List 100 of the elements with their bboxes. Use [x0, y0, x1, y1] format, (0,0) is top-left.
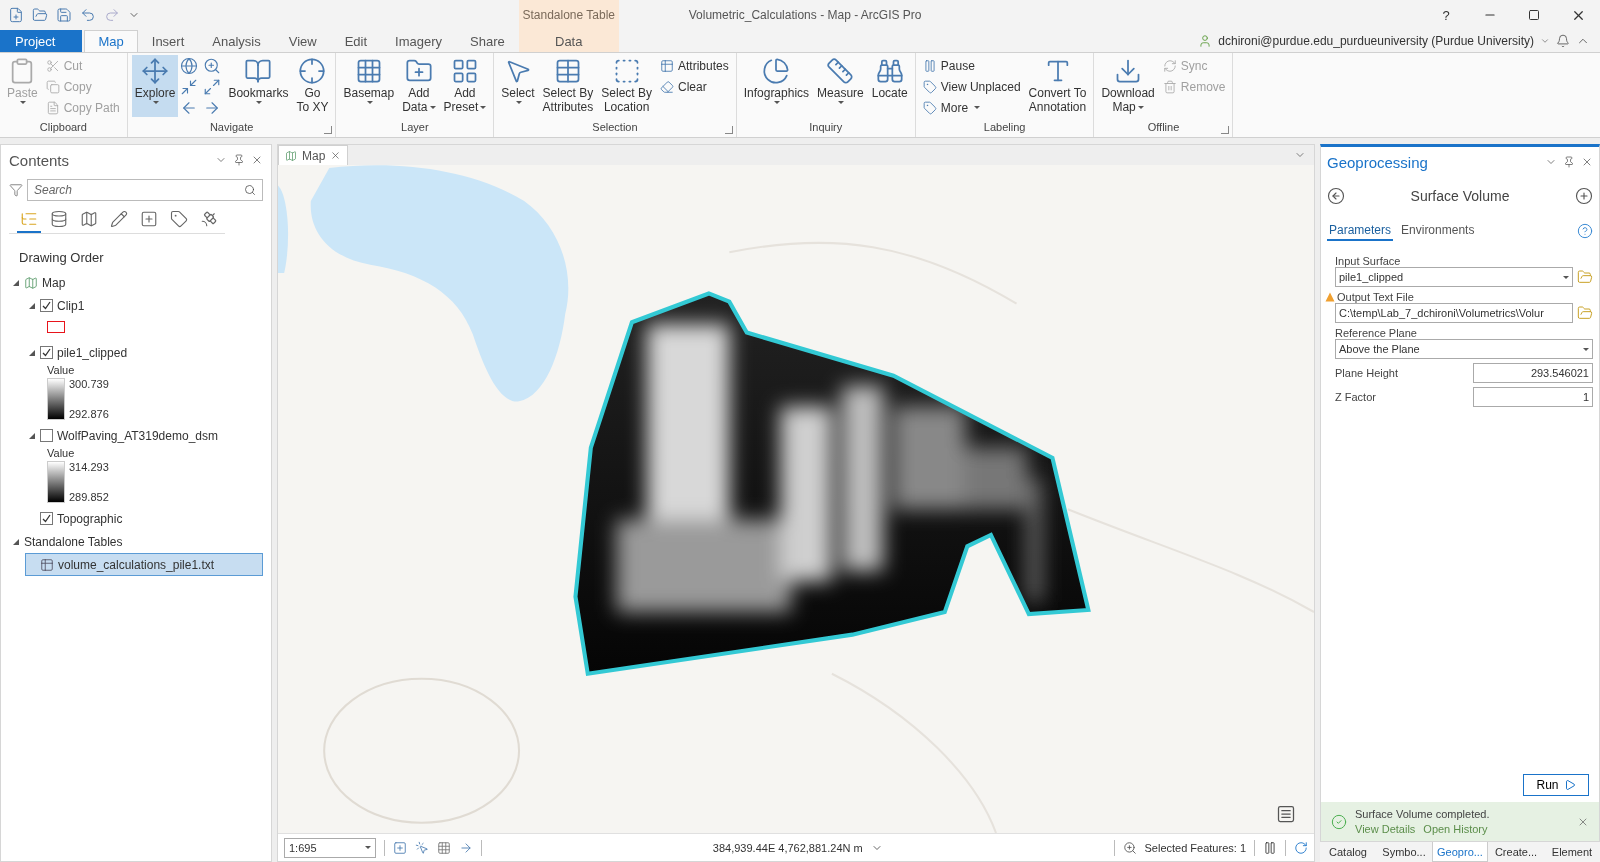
map-icon: [24, 275, 38, 290]
pause-icon: [1263, 840, 1277, 855]
ribbon-button[interactable]: Attributes: [657, 55, 732, 76]
launcher-icon[interactable]: [1221, 126, 1230, 134]
eraser-icon: [660, 79, 674, 94]
parameter-label: Output Text File: [1337, 291, 1414, 303]
expand-arrow-icon[interactable]: [28, 301, 36, 310]
ribbon-button[interactable]: Go To XY: [293, 55, 332, 117]
tree-row[interactable]: Topographic: [25, 507, 263, 530]
layer-name: Standalone Tables: [24, 534, 123, 549]
parameter-label: Plane Height: [1335, 367, 1398, 379]
ribbon-tab[interactable]: Analysis: [198, 30, 275, 52]
dock-tab[interactable]: Create...: [1488, 842, 1544, 862]
ribbon-button[interactable]: Select By Attributes: [539, 55, 597, 117]
ribbon-tab[interactable]: Data: [541, 30, 597, 52]
globe-icon: [180, 57, 199, 75]
layer-checkbox[interactable]: [40, 429, 53, 442]
crosshair-icon: [298, 57, 327, 85]
ribbon-tab[interactable]: Insert: [137, 30, 199, 52]
expand-arrow-icon[interactable]: [12, 537, 20, 546]
ribbon-button[interactable]: Clear: [657, 76, 732, 97]
ribbon-button[interactable]: Pause: [919, 55, 1024, 76]
close-icon: [330, 150, 342, 161]
bell-icon: [1556, 34, 1570, 48]
close-icon: [1581, 156, 1593, 168]
ribbon-tab[interactable]: Map: [84, 30, 138, 52]
tree-row[interactable]: Standalone Tables: [9, 530, 263, 553]
launcher-icon[interactable]: [724, 126, 733, 134]
refresh-icon: [1294, 840, 1308, 855]
ribbon-button[interactable]: More: [919, 97, 1024, 118]
panel-tab[interactable]: Parameters: [1327, 221, 1394, 241]
tree-row[interactable]: WolfPaving_AT319demo_dsm: [25, 424, 263, 447]
tag-icon: [170, 210, 188, 228]
dock-tab[interactable]: Symbo...: [1376, 842, 1432, 862]
book-icon: [244, 57, 273, 85]
selected-features-count[interactable]: Selected Features: 1: [1144, 841, 1246, 854]
project-tab[interactable]: Project: [0, 30, 83, 52]
dock-tab[interactable]: Element: [1544, 842, 1600, 862]
ribbon-button[interactable]: Convert To Annotation: [1025, 55, 1090, 117]
ribbon-button[interactable]: Explore: [131, 55, 179, 117]
status-message: Surface Volume completed.: [1355, 808, 1491, 820]
tree-row[interactable]: pile1_clipped: [25, 341, 263, 364]
panel-tab[interactable]: Environments: [1399, 221, 1477, 241]
ribbon-tab[interactable]: View: [274, 30, 331, 52]
layer-checkbox[interactable]: [40, 346, 53, 359]
tree-row[interactable]: Map: [9, 271, 263, 294]
parameter-label: Reference Plane: [1334, 327, 1417, 339]
dock-tab[interactable]: Catalog: [1320, 842, 1376, 862]
dock-tab[interactable]: Geopro...: [1432, 842, 1488, 862]
run-button[interactable]: Run: [1523, 774, 1589, 796]
legend-high-value: 300.739: [69, 378, 109, 390]
layer-checkbox[interactable]: [40, 512, 53, 525]
map-tab[interactable]: Map: [278, 145, 349, 165]
list-tree-icon: [20, 210, 38, 228]
launcher-icon[interactable]: [324, 126, 333, 134]
search-icon: [244, 184, 256, 196]
ribbon-button[interactable]: Add Preset: [440, 55, 490, 117]
folder-icon: [32, 7, 48, 23]
tree-row[interactable]: volume_calculations_pile1.txt: [25, 553, 263, 576]
text-field[interactable]: C:\temp\Lab_7_dchironi\Volumetrics\Volur: [1335, 303, 1573, 323]
ribbon-button[interactable]: Measure: [814, 55, 867, 117]
expand-arrow-icon[interactable]: [28, 431, 36, 440]
ribbon-button[interactable]: Basemap: [340, 55, 398, 117]
number-field[interactable]: 1: [1473, 387, 1593, 407]
new-file-icon: [8, 7, 24, 23]
help-button[interactable]: ?: [1424, 0, 1468, 30]
ribbon-button[interactable]: Bookmarks: [225, 55, 292, 117]
expand-arrow-icon[interactable]: [28, 348, 36, 357]
ribbon-button[interactable]: Select By Location: [598, 55, 655, 117]
layer-name: volume_calculations_pile1.txt: [58, 557, 215, 572]
satellite-icon: [200, 210, 218, 228]
dropdown-field[interactable]: Above the Plane: [1335, 339, 1593, 359]
ribbon-tab[interactable]: Share: [456, 30, 519, 52]
polygon-symbol: [47, 321, 65, 333]
ribbon-button[interactable]: Add Data: [399, 55, 439, 117]
user-icon: [1198, 34, 1213, 48]
tree-row[interactable]: Clip1: [25, 294, 263, 317]
ribbon-tab[interactable]: Edit: [330, 30, 382, 52]
user-name[interactable]: dchironi@purdue.edu_purdueuniversity (Purdue University): [1218, 34, 1534, 48]
ribbon-button[interactable]: Locate: [868, 55, 911, 117]
caret-icon: [1540, 36, 1550, 46]
dropdown-field[interactable]: pile1_clipped: [1335, 267, 1573, 287]
number-field[interactable]: 293.546021: [1473, 363, 1593, 383]
legend-low-value: 292.876: [69, 408, 109, 420]
scale-field[interactable]: 1:695: [284, 837, 376, 858]
check-icon: [1331, 813, 1347, 830]
ribbon-tab[interactable]: Imagery: [381, 30, 457, 52]
ribbon-button[interactable]: Infographics: [740, 55, 813, 117]
ribbon-button[interactable]: Select: [498, 55, 538, 117]
message-link[interactable]: View Details: [1355, 823, 1416, 835]
ruler-icon: [826, 57, 855, 85]
expand-arrow-icon[interactable]: [12, 278, 20, 287]
layer-checkbox[interactable]: [40, 299, 53, 312]
search-field[interactable]: Search: [27, 179, 263, 201]
ribbon-button[interactable]: Download Map: [1098, 55, 1158, 117]
sync-icon: [1162, 58, 1177, 73]
message-link[interactable]: Open History: [1423, 823, 1488, 835]
ribbon-button[interactable]: View Unplaced: [919, 76, 1024, 97]
scissors-icon: [45, 58, 60, 73]
folder-icon: [1577, 305, 1593, 321]
